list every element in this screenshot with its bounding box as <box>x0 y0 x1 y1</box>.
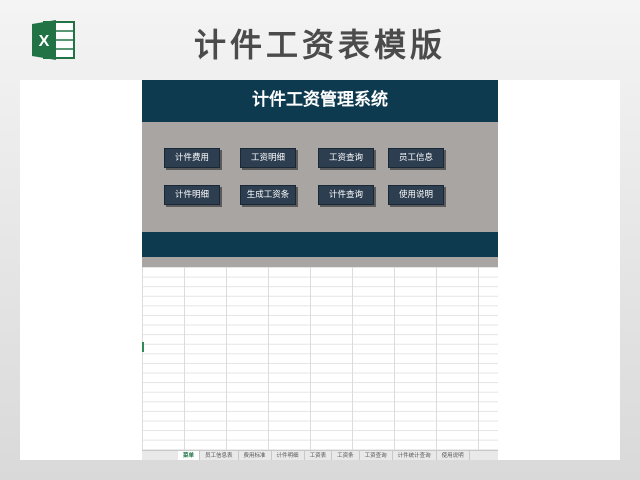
piece-cost-button[interactable]: 计件费用 <box>164 148 220 168</box>
worksheet: 计件工资管理系统 计件费用 工资明细 工资查询 员工信息 计件明细 生成工资条 … <box>142 80 498 460</box>
cell-grid[interactable] <box>142 267 498 450</box>
tab-wage-table[interactable]: 工资表 <box>305 451 333 460</box>
tab-scroll-area[interactable] <box>142 451 178 460</box>
sheet-tab-bar: 菜单 员工信息表 费用标准 计件明细 工资表 工资条 工资查询 计件统计查询 使… <box>142 450 498 460</box>
tab-piece-detail[interactable]: 计件明细 <box>272 451 305 460</box>
left-margin <box>20 80 142 460</box>
piece-query-button[interactable]: 计件查询 <box>318 185 374 205</box>
page-title: 计件工资表模版 <box>193 26 446 64</box>
active-cell-marker <box>142 342 144 352</box>
employee-info-button[interactable]: 员工信息 <box>388 148 444 168</box>
tab-menu[interactable]: 菜单 <box>178 451 201 460</box>
tab-employee-info[interactable]: 员工信息表 <box>200 451 239 460</box>
piece-detail-button[interactable]: 计件明细 <box>164 185 220 205</box>
generate-payslip-button[interactable]: 生成工资条 <box>240 185 296 205</box>
divider-strip <box>142 257 498 267</box>
right-margin <box>498 80 620 460</box>
wage-detail-button[interactable]: 工资明细 <box>240 148 296 168</box>
tab-payslip[interactable]: 工资条 <box>332 451 360 460</box>
footer-bar <box>142 232 498 257</box>
usage-guide-button[interactable]: 使用说明 <box>388 185 444 205</box>
wage-query-button[interactable]: 工资查询 <box>318 148 374 168</box>
spreadsheet-preview: 计件工资管理系统 计件费用 工资明细 工资查询 员工信息 计件明细 生成工资条 … <box>20 80 620 460</box>
tab-piece-stats-query[interactable]: 计件统计查询 <box>393 451 437 460</box>
system-title: 计件工资管理系统 <box>142 80 498 122</box>
tab-cost-standard[interactable]: 费用标准 <box>239 451 272 460</box>
tab-wage-query[interactable]: 工资查询 <box>360 451 393 460</box>
menu-panel: 计件费用 工资明细 工资查询 员工信息 计件明细 生成工资条 计件查询 使用说明 <box>142 122 498 232</box>
tab-usage-guide[interactable]: 使用说明 <box>437 451 470 460</box>
